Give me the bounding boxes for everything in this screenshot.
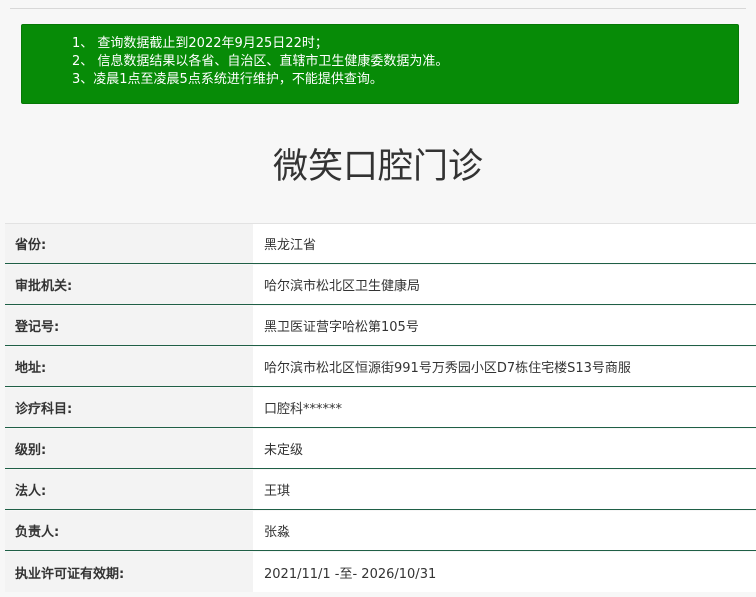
row-label: 法人:	[5, 470, 253, 509]
row-value: 口腔科******	[253, 388, 756, 427]
row-value: 张淼	[253, 511, 756, 550]
row-value: 王琪	[253, 470, 756, 509]
row-value: 黑龙江省	[253, 224, 756, 263]
row-label: 审批机关:	[5, 265, 253, 304]
row-label: 登记号:	[5, 306, 253, 345]
row-value: 未定级	[253, 429, 756, 468]
table-row-departments: 诊疗科目: 口腔科******	[5, 388, 756, 428]
row-label: 地址:	[5, 347, 253, 386]
row-label: 负责人:	[5, 511, 253, 550]
table-row-registration-number: 登记号: 黑卫医证营字哈松第105号	[5, 306, 756, 346]
row-label: 省份:	[5, 224, 253, 263]
notice-line-2: 2、 信息数据结果以各省、自治区、直辖市卫生健康委数据为准。	[72, 54, 449, 69]
row-label: 诊疗科目:	[5, 388, 253, 427]
row-label: 执业许可证有效期:	[5, 552, 253, 592]
top-divider	[10, 8, 746, 9]
table-row-address: 地址: 哈尔滨市松北区恒源街991号万秀园小区D7栋住宅楼S13号商服	[5, 347, 756, 387]
notice-banner: 1、 查询数据截止到2022年9月25日22时； 2、 信息数据结果以各省、自治…	[21, 24, 739, 104]
table-row-province: 省份: 黑龙江省	[5, 224, 756, 264]
notice-line-1: 1、 查询数据截止到2022年9月25日22时；	[72, 36, 328, 51]
row-value: 2021/11/1 -至- 2026/10/31	[253, 552, 756, 592]
table-row-person-in-charge: 负责人: 张淼	[5, 511, 756, 551]
row-value: 哈尔滨市松北区恒源街991号万秀园小区D7栋住宅楼S13号商服	[253, 347, 756, 386]
table-row-license-validity: 执业许可证有效期: 2021/11/1 -至- 2026/10/31	[5, 552, 756, 592]
table-row-approval-authority: 审批机关: 哈尔滨市松北区卫生健康局	[5, 265, 756, 305]
table-row-level: 级别: 未定级	[5, 429, 756, 469]
page-title: 微笑口腔门诊	[272, 147, 483, 187]
row-value: 哈尔滨市松北区卫生健康局	[253, 265, 756, 304]
row-value: 黑卫医证营字哈松第105号	[253, 306, 756, 345]
info-table: 省份: 黑龙江省 审批机关: 哈尔滨市松北区卫生健康局 登记号: 黑卫医证营字哈…	[5, 223, 756, 593]
notice-line-3: 3、凌晨1点至凌晨5点系统进行维护，不能提供查询。	[72, 72, 383, 87]
row-label: 级别:	[5, 429, 253, 468]
table-row-legal-person: 法人: 王琪	[5, 470, 756, 510]
